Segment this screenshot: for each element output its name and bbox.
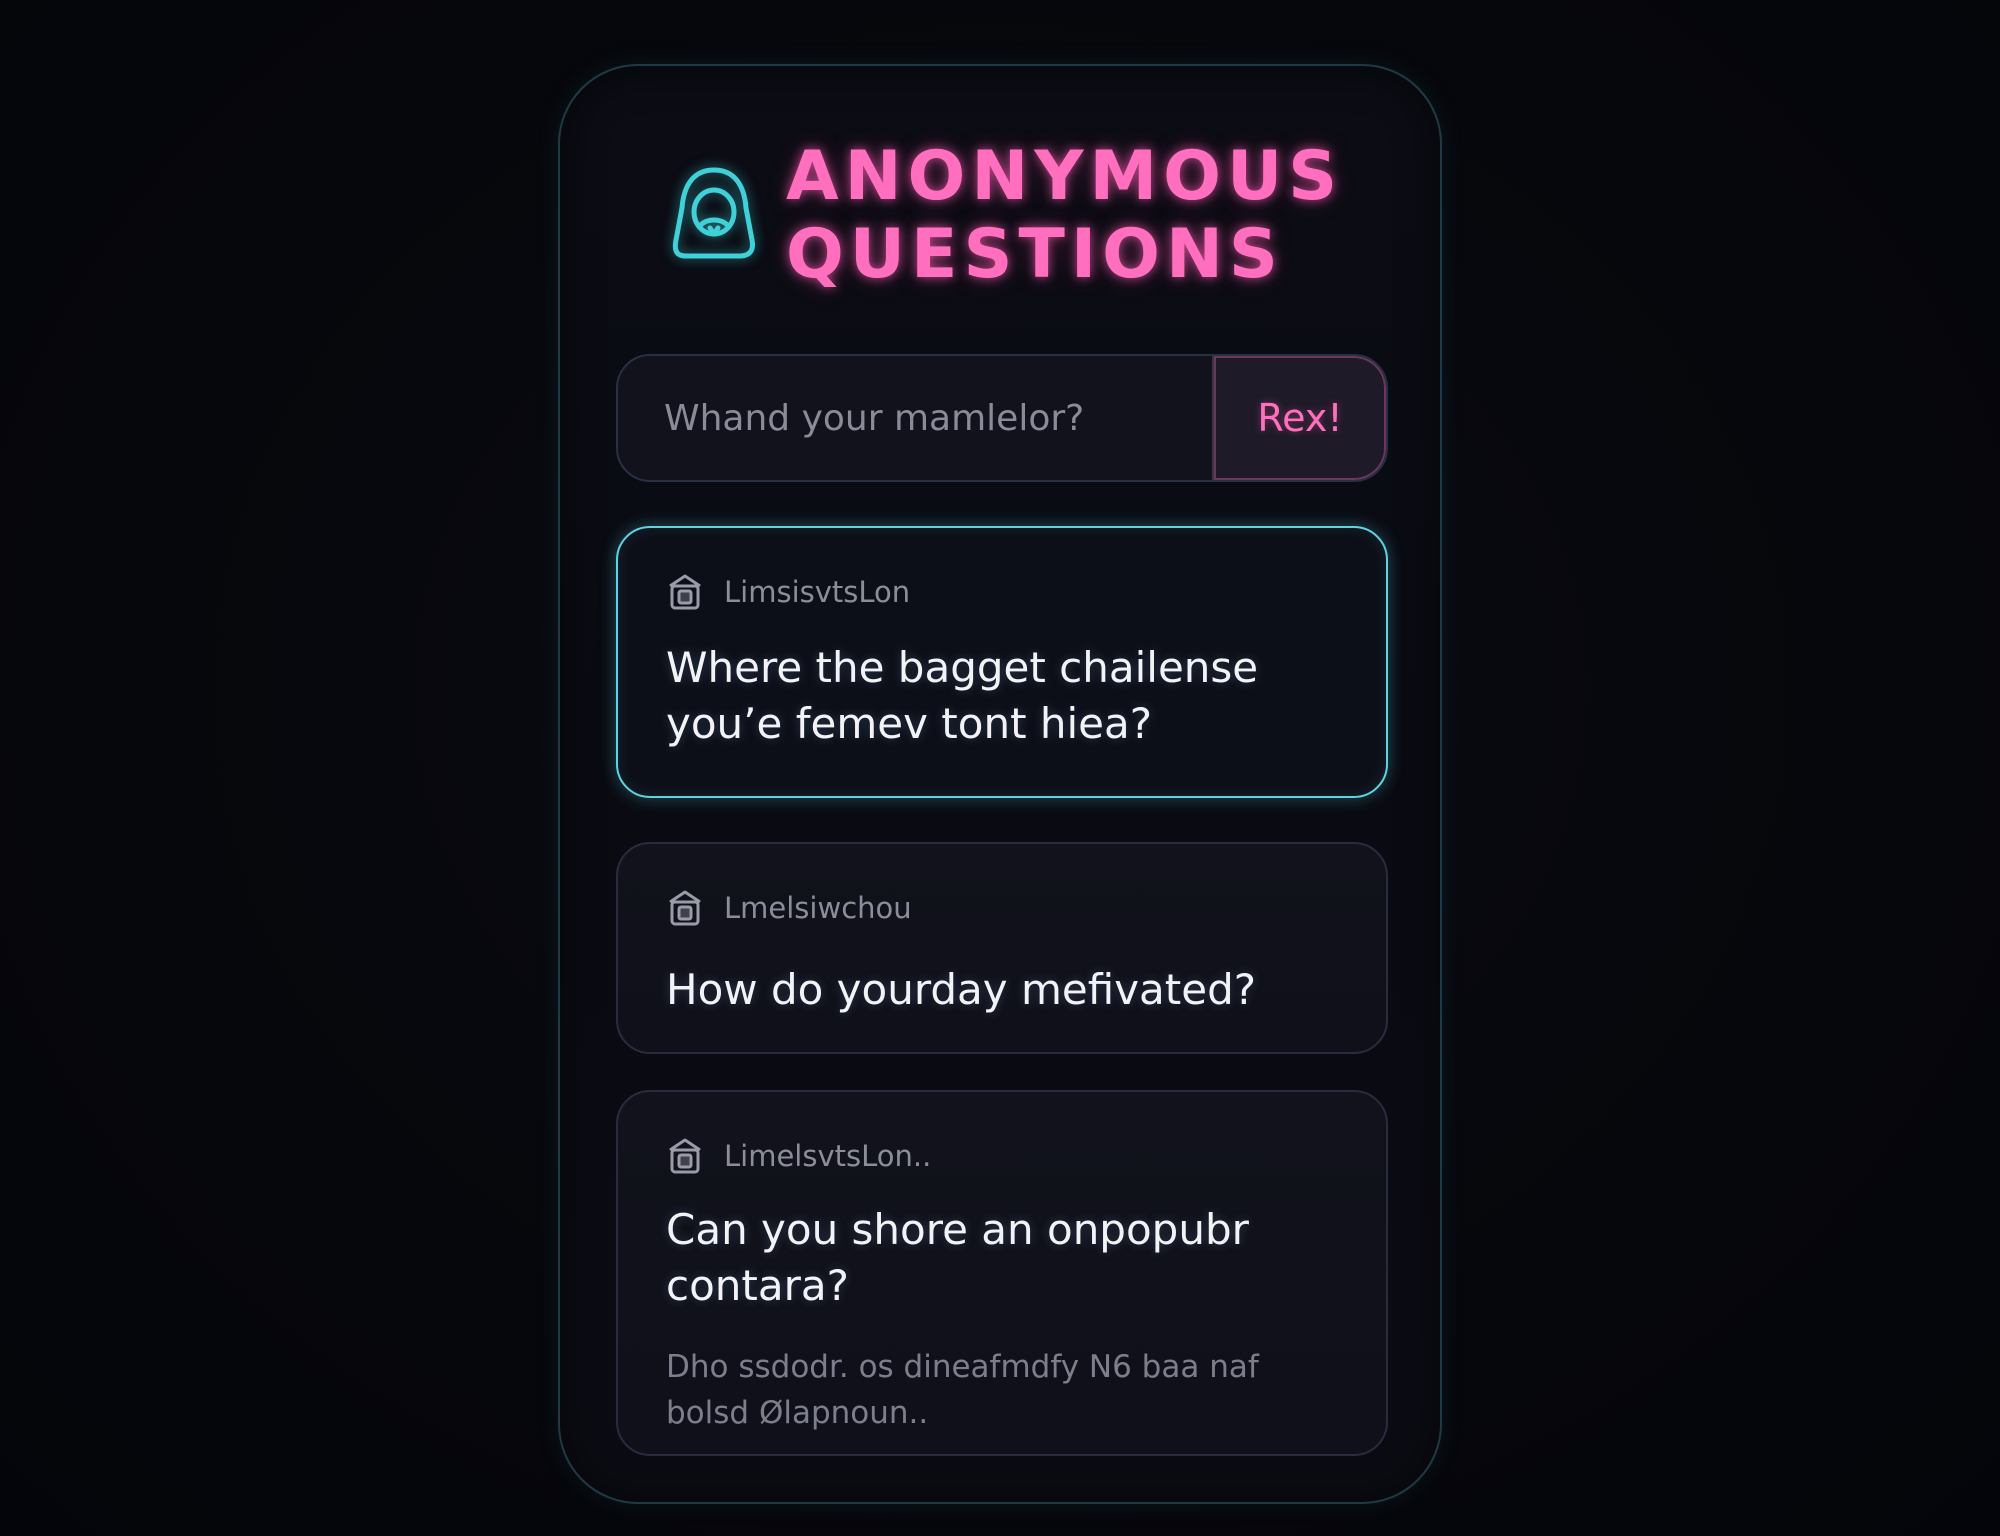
question-author: Lmelsiwchou [724, 891, 912, 925]
answer-preview: Dho ssdodr. os dineafmdfy N6 baa naf bol… [666, 1349, 1259, 1431]
question-text: Can you shore an onpopubr contara? [666, 1205, 1249, 1310]
question-card[interactable]: Lmelsiwchou How do yourday mefivated? [616, 842, 1388, 1054]
ask-form: Rex! [616, 354, 1388, 482]
question-author: LimelsvtsLon.. [724, 1139, 932, 1173]
hooded-figure-icon [672, 167, 755, 259]
question-input[interactable] [618, 356, 1214, 480]
anonymous-user-icon [669, 574, 701, 610]
question-meta: Lmelsiwchou [666, 886, 912, 930]
question-card[interactable]: LimsisvtsLon Where the bagget chailense … [616, 526, 1388, 798]
question-card[interactable]: LimelsvtsLon.. Can you shore an onpopubr… [616, 1090, 1388, 1456]
submit-button[interactable]: Rex! [1212, 356, 1386, 480]
anonymous-user-icon [669, 1138, 701, 1174]
question-meta: LimsisvtsLon [666, 570, 910, 614]
anonymous-user-icon [669, 890, 701, 926]
page-title: ANONYMOUS QUESTIONS [786, 138, 1343, 294]
title-line-1: ANONYMOUS [786, 137, 1344, 216]
question-text: Where the bagget chailense you’e femev t… [666, 643, 1259, 748]
question-text: How do yourday mefivated? [666, 965, 1257, 1014]
app-panel: ANONYMOUS QUESTIONS Rex! LimsisvtsLon Wh… [558, 64, 1442, 1504]
title-line-2: QUESTIONS [786, 215, 1284, 294]
question-meta: LimelsvtsLon.. [666, 1134, 931, 1178]
question-author: LimsisvtsLon [724, 575, 911, 609]
app-header: ANONYMOUS QUESTIONS [668, 138, 1348, 298]
